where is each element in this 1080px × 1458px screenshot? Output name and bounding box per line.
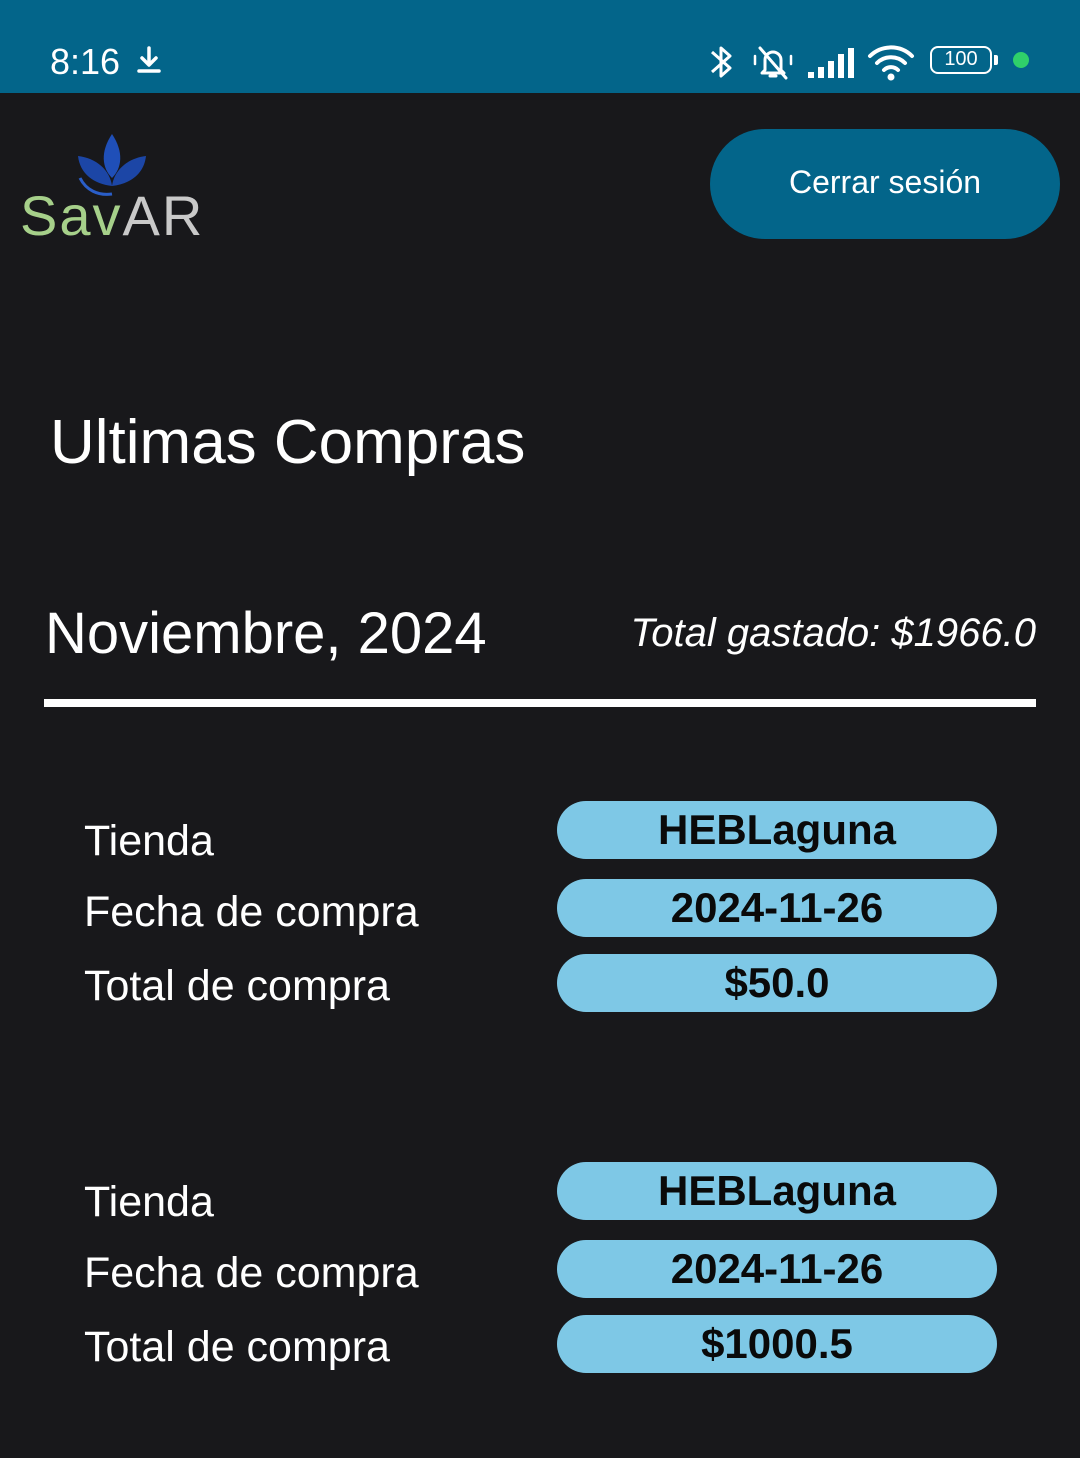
purchase-total-row: Total de compra $1000.5 — [0, 1315, 1080, 1375]
logo-wordmark: SavAR — [20, 186, 204, 246]
store-label: Tienda — [84, 817, 214, 865]
date-label: Fecha de compra — [84, 1249, 419, 1297]
store-label: Tienda — [84, 1178, 214, 1226]
total-label: Total de compra — [84, 1323, 390, 1371]
purchase-total-row: Total de compra $50.0 — [0, 954, 1080, 1014]
date-value: 2024-11-26 — [557, 879, 997, 937]
status-time: 8:16 — [50, 41, 121, 82]
logo-text-ar: AR — [122, 184, 205, 247]
mute-icon — [753, 46, 793, 80]
privacy-dot — [1013, 52, 1029, 68]
store-value: HEBLaguna — [557, 1162, 997, 1220]
purchase-store-row: Tienda HEBLaguna — [0, 801, 1080, 865]
purchase-store-row: Tienda HEBLaguna — [0, 1162, 1080, 1226]
signal-icon — [808, 48, 854, 78]
logout-button[interactable]: Cerrar sesión — [710, 129, 1060, 239]
wifi-icon — [868, 45, 914, 81]
date-value: 2024-11-26 — [557, 1240, 997, 1298]
download-icon — [137, 46, 161, 73]
month-heading: Noviembre, 2024 — [45, 601, 487, 666]
purchase-card: Tienda HEBLaguna Fecha de compra 2024-11… — [0, 1162, 1080, 1382]
logo-text-sav: Sav — [20, 184, 123, 247]
total-spent: Total gastado: $1966.0 — [630, 611, 1036, 655]
purchase-card: Tienda HEBLaguna Fecha de compra 2024-11… — [0, 801, 1080, 1021]
battery-icon: 100 — [930, 46, 998, 74]
store-value: HEBLaguna — [557, 801, 997, 859]
total-value: $50.0 — [557, 954, 997, 1012]
page-title: Ultimas Compras — [50, 408, 526, 477]
status-bar: 8:16 100 — [0, 0, 1080, 93]
purchase-date-row: Fecha de compra 2024-11-26 — [0, 1240, 1080, 1300]
purchase-date-row: Fecha de compra 2024-11-26 — [0, 879, 1080, 939]
bluetooth-icon — [711, 46, 732, 78]
total-label: Total de compra — [84, 962, 390, 1010]
divider — [44, 699, 1036, 707]
date-label: Fecha de compra — [84, 888, 419, 936]
total-value: $1000.5 — [557, 1315, 997, 1373]
